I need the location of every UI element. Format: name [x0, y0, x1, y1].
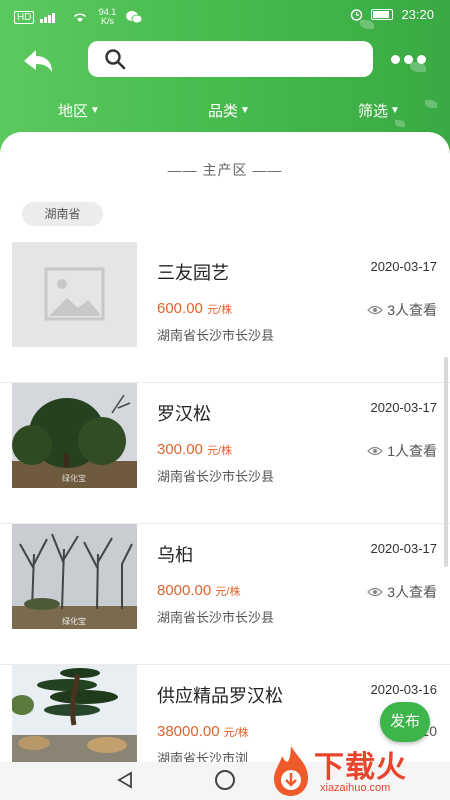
listing-date: 2020-03-17	[370, 541, 438, 556]
listing-title: 罗汉松	[157, 404, 211, 424]
tree-photo: 绿化宝	[12, 383, 137, 488]
photo-caption: 绿化宝	[62, 616, 86, 626]
price-unit: 元/株	[223, 727, 249, 739]
back-arrow-icon	[24, 50, 52, 72]
filter-label: 地区	[58, 103, 89, 120]
dropdown-triangle-icon: ▼	[390, 105, 400, 116]
section-title: —— 主产区 ——	[167, 162, 283, 178]
listing-price: 600.00 元/株	[157, 300, 232, 317]
search-icon	[105, 49, 126, 70]
watermark-logo: 下载火 xiazaihuo.com	[268, 742, 450, 800]
listing-location: 湖南省长沙市长沙县	[157, 328, 275, 343]
view-count-text: 3人查看	[387, 584, 437, 600]
network-speed: 94.1 K/s	[98, 7, 117, 26]
price-unit: 元/株	[215, 586, 241, 598]
dropdown-triangle-icon: ▼	[240, 105, 250, 116]
view-count-text: 3人查看	[387, 302, 437, 318]
more-dot-icon	[417, 54, 426, 64]
listing-date: 2020-03-17	[370, 400, 438, 415]
listing-title: 三友园艺	[157, 263, 229, 283]
listing-title: 乌桕	[157, 545, 193, 565]
filter-label: 品类	[208, 103, 239, 120]
price-value: 8000.00	[157, 582, 212, 599]
more-dot-icon	[404, 54, 413, 64]
more-dot-icon	[391, 54, 400, 64]
scrollbar[interactable]	[444, 357, 448, 567]
nav-home-icon[interactable]	[215, 770, 235, 790]
battery-icon	[371, 9, 394, 20]
nav-back-icon[interactable]	[115, 770, 135, 790]
flame-logo-icon	[274, 746, 308, 796]
eye-icon	[367, 446, 384, 456]
back-button[interactable]	[20, 46, 56, 76]
search-bar[interactable]	[88, 41, 373, 77]
listing-location: 湖南省长沙市浏	[157, 751, 249, 762]
price-value: 38000.00	[157, 723, 220, 740]
status-bar: HD 94.1 K/s 23:20	[0, 0, 450, 32]
price-value: 300.00	[157, 441, 203, 458]
listing-item[interactable]: 绿化宝 乌桕 2020-03-17 8000.00 元/株 3人查看 湖南省长沙…	[0, 524, 450, 665]
filter-bar: 地区 ▼ 品类 ▼ 筛选 ▼	[0, 96, 450, 124]
watermark-text: 下载火	[314, 751, 407, 784]
listing-location: 湖南省长沙市长沙县	[157, 469, 275, 484]
filter-label: 筛选	[358, 103, 389, 120]
wifi-icon	[74, 13, 87, 22]
publish-button[interactable]: 发布	[380, 702, 430, 742]
wechat-icon	[126, 10, 143, 23]
tree-photo: 绿化宝	[12, 524, 137, 629]
listing-price: 8000.00 元/株	[157, 582, 240, 599]
listing-content[interactable]: —— 主产区 —— 湖南省 三友园艺 2020-03-17 600.00 元/株…	[0, 132, 450, 762]
price-value: 600.00	[157, 300, 203, 317]
eye-icon	[367, 587, 384, 597]
listing-item[interactable]: 绿化宝 罗汉松 2020-03-17 300.00 元/株 1人查看 湖南省长沙…	[0, 383, 450, 524]
search-input[interactable]	[134, 47, 359, 71]
more-options-button[interactable]	[391, 52, 431, 66]
listing-title: 供应精品罗汉松	[157, 686, 283, 706]
dropdown-triangle-icon: ▼	[90, 105, 100, 116]
listing-location: 湖南省长沙市长沙县	[157, 610, 275, 625]
photo-caption: 绿化宝	[62, 473, 86, 483]
view-count: 3人查看	[367, 300, 437, 320]
bonsai-photo	[12, 665, 137, 762]
listing-price: 300.00 元/株	[157, 441, 232, 458]
status-time: 23:20	[401, 7, 434, 22]
province-tag[interactable]: 湖南省	[22, 202, 103, 226]
network-label: HD	[14, 10, 35, 24]
placeholder-image-icon	[12, 242, 137, 347]
filter-category[interactable]: 品类 ▼	[208, 100, 250, 121]
listing-item[interactable]: 三友园艺 2020-03-17 600.00 元/株 3人查看 湖南省长沙市长沙…	[0, 242, 450, 383]
price-unit: 元/株	[207, 445, 233, 457]
listing-date: 2020-03-17	[370, 259, 438, 274]
listing-price: 38000.00 元/株	[157, 723, 249, 740]
filter-screen[interactable]: 筛选 ▼	[358, 100, 400, 121]
watermark-url: xiazaihuo.com	[320, 782, 391, 794]
alarm-icon	[351, 9, 363, 21]
view-count: 1人查看	[367, 441, 437, 461]
price-unit: 元/株	[207, 304, 233, 316]
signal-icon	[40, 13, 56, 23]
listing-date: 2020-03-16	[370, 682, 438, 697]
eye-icon	[367, 305, 384, 315]
filter-region[interactable]: 地区 ▼	[58, 100, 100, 121]
view-count-text: 1人查看	[387, 443, 437, 459]
view-count: 3人查看	[367, 582, 437, 602]
